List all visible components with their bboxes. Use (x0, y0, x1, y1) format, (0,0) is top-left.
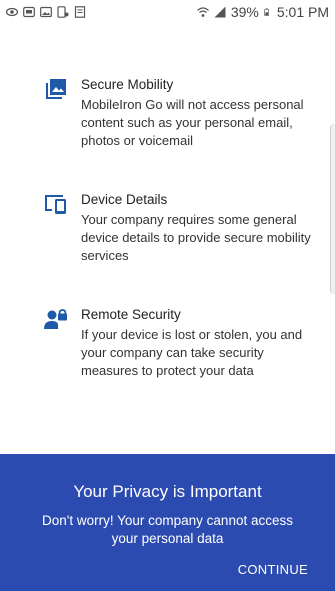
privacy-footer: Your Privacy is Important Don't worry! Y… (0, 454, 335, 591)
privacy-details: Secure Mobility MobileIron Go will not a… (0, 24, 335, 454)
edge-panel-handle[interactable] (330, 124, 335, 294)
app-notification-icon (23, 6, 35, 18)
photo-library-icon (46, 79, 66, 99)
devices-icon (45, 195, 66, 214)
device-notification-icon (57, 6, 69, 18)
image-notification-icon (40, 6, 52, 18)
wifi-icon (196, 7, 209, 17)
system-status: 39% 5:01 PM (196, 4, 329, 20)
eye-icon (6, 7, 18, 17)
feature-description: Your company requires some general devic… (81, 212, 311, 263)
feature-description: If your device is lost or stolen, you an… (81, 327, 303, 378)
signal-icon (214, 6, 226, 18)
notification-icons (6, 6, 86, 18)
privacy-heading: Your Privacy is Important (73, 482, 262, 501)
feature-title: Remote Security (81, 307, 181, 322)
feature-title: Secure Mobility (81, 77, 174, 92)
clock: 5:01 PM (276, 4, 329, 20)
document-notification-icon (74, 6, 86, 18)
battery-icon (264, 8, 269, 16)
privacy-subtext: Don't worry! Your company cannot access … (42, 513, 293, 546)
feature-description: MobileIron Go will not access personal c… (81, 97, 304, 148)
battery-percentage: 39% (230, 4, 259, 20)
feature-title: Device Details (81, 192, 168, 207)
status-bar: 39% 5:01 PM (0, 0, 335, 24)
user-lock-icon (44, 309, 67, 329)
continue-button[interactable]: CONTINUE (238, 562, 308, 577)
